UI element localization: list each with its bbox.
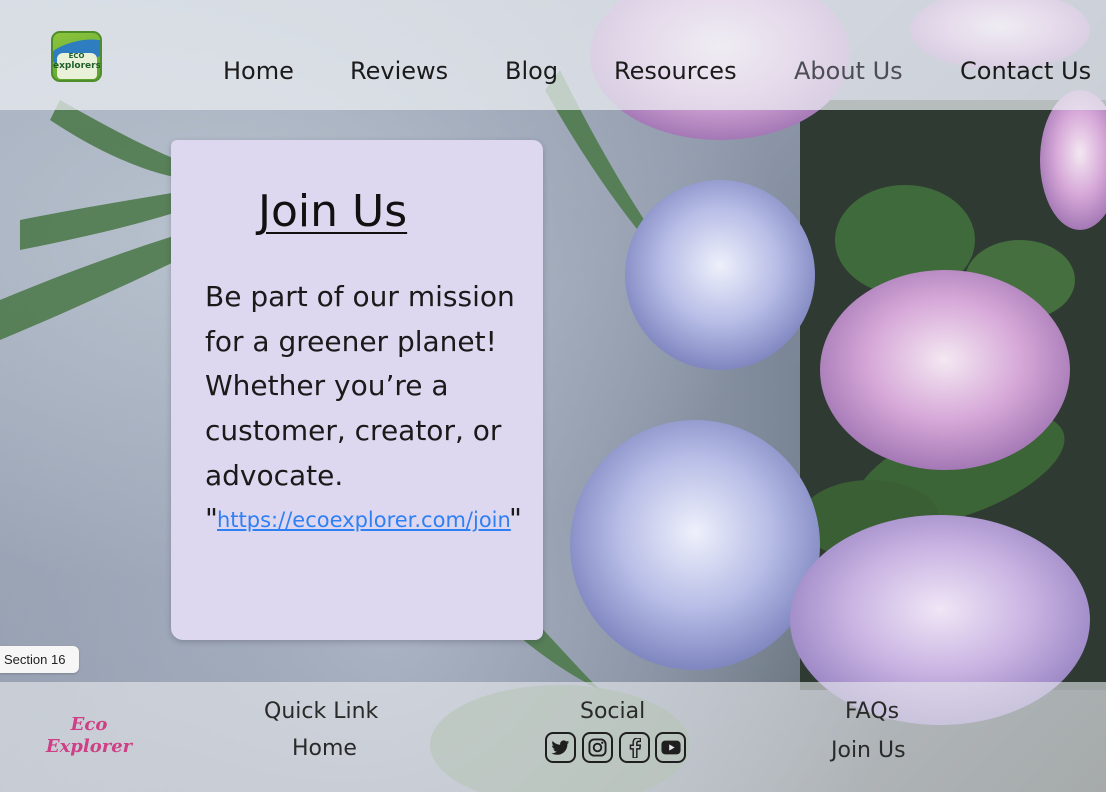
nav-about-us[interactable]: About Us	[794, 57, 903, 87]
join-us-card: Join Us Be part of our mission for a gre…	[171, 140, 543, 640]
site-footer: Eco Explorer Quick Link Home Social FAQs…	[0, 682, 1106, 792]
social-heading: Social	[580, 699, 646, 724]
quick-link-heading: Quick Link	[264, 699, 379, 724]
footer-link-faqs[interactable]: FAQs	[845, 699, 899, 724]
youtube-icon[interactable]	[655, 732, 686, 763]
footer-brand[interactable]: Eco Explorer	[36, 714, 142, 758]
nav-home[interactable]: Home	[223, 57, 294, 87]
twitter-icon[interactable]	[545, 732, 576, 763]
footer-brand-line2: Explorer	[45, 736, 133, 757]
hero-background	[0, 0, 1106, 792]
nav-reviews[interactable]: Reviews	[350, 57, 448, 87]
join-us-description: Be part of our mission for a greener pla…	[205, 280, 515, 492]
eco-explorers-logo[interactable]: ECO explorers	[51, 31, 102, 82]
join-us-title: Join Us	[258, 186, 408, 237]
facebook-f-glyph	[629, 737, 641, 758]
site-header: ECO explorers Home Reviews Blog Resource…	[0, 0, 1106, 110]
footer-brand-line1: Eco	[70, 714, 108, 735]
footer-link-home[interactable]: Home	[292, 736, 357, 761]
nav-contact-us[interactable]: Contact Us	[960, 57, 1091, 87]
nav-blog[interactable]: Blog	[505, 57, 558, 87]
link-close-quote: "	[509, 502, 522, 535]
twitter-bird-glyph	[551, 739, 570, 755]
logo-text-bottom: explorers	[53, 61, 101, 71]
logo-text-top: ECO	[68, 52, 85, 60]
youtube-play-glyph	[660, 740, 681, 755]
footer-link-join-us[interactable]: Join Us	[831, 738, 906, 763]
section-label-badge: Section 16	[0, 646, 79, 673]
facebook-icon[interactable]	[619, 732, 650, 763]
link-open-quote: "	[205, 502, 218, 535]
join-link[interactable]: https://ecoexplorer.com/join	[217, 508, 511, 532]
hydrangea-fern-photo	[0, 0, 1106, 792]
instagram-camera-glyph	[588, 738, 607, 757]
nav-resources[interactable]: Resources	[614, 57, 737, 87]
instagram-icon[interactable]	[582, 732, 613, 763]
